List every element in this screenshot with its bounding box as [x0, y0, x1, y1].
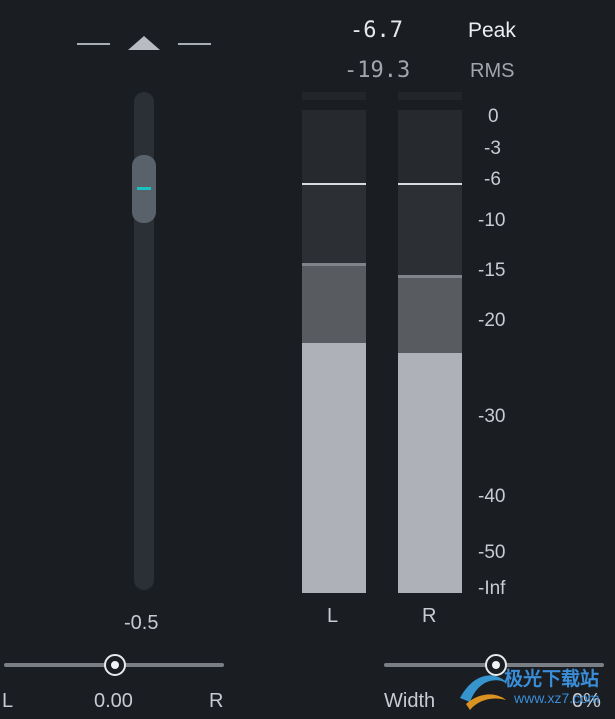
peak-label: Peak	[468, 19, 516, 42]
scale-tick: -10	[478, 210, 506, 231]
rms-value: -19.3	[344, 58, 411, 83]
fader-thumb-indicator	[137, 187, 151, 190]
pan-value: 0.00	[94, 690, 133, 712]
meter-l-peak-hold	[302, 183, 366, 185]
scale-tick: -3	[484, 138, 501, 159]
scale-tick: -15	[478, 260, 506, 281]
meter-l-cap	[302, 92, 366, 100]
meter-l-rms-bar	[302, 343, 366, 593]
pan-slider-knob[interactable]	[104, 654, 126, 676]
scale-tick: -40	[478, 486, 506, 507]
meter-l	[302, 110, 366, 593]
pan-left-label: L	[2, 690, 14, 712]
watermark-url: www.xz7.com	[514, 690, 600, 706]
meter-r-peak-edge	[398, 275, 462, 278]
scale-tick: -20	[478, 310, 506, 331]
scale-tick: 0	[488, 106, 499, 127]
pan-right-label: R	[209, 690, 224, 712]
rms-label: RMS	[470, 60, 515, 82]
meter-r-peak-bar	[398, 275, 462, 353]
meter-r-upper	[398, 183, 462, 275]
triangle-up-icon[interactable]	[128, 36, 160, 50]
meter-l-peak-edge	[302, 263, 366, 266]
meter-r-headroom	[398, 110, 462, 183]
meter-l-headroom	[302, 110, 366, 183]
meter-r-label: R	[422, 605, 437, 627]
width-label: Width	[384, 690, 436, 712]
meter-r-cap	[398, 92, 462, 100]
right-dash	[178, 43, 211, 45]
left-dash	[77, 43, 110, 45]
scale-tick: -50	[478, 542, 506, 563]
scale-tick: -30	[478, 406, 506, 427]
meter-l-label: L	[327, 605, 339, 627]
meter-r-peak-hold	[398, 183, 462, 185]
meter-l-upper	[302, 183, 366, 263]
meter-r	[398, 110, 462, 593]
fader-value: -0.5	[124, 612, 159, 634]
meter-r-rms-bar	[398, 353, 462, 593]
meter-l-peak-bar	[302, 263, 366, 343]
scale-tick: -Inf	[478, 578, 506, 599]
watermark-logo: 极光下载站 www.xz7.com	[456, 662, 615, 714]
watermark-text: 极光下载站	[504, 669, 600, 690]
scale-tick: -6	[484, 169, 501, 190]
peak-value: -6.7	[350, 18, 403, 43]
